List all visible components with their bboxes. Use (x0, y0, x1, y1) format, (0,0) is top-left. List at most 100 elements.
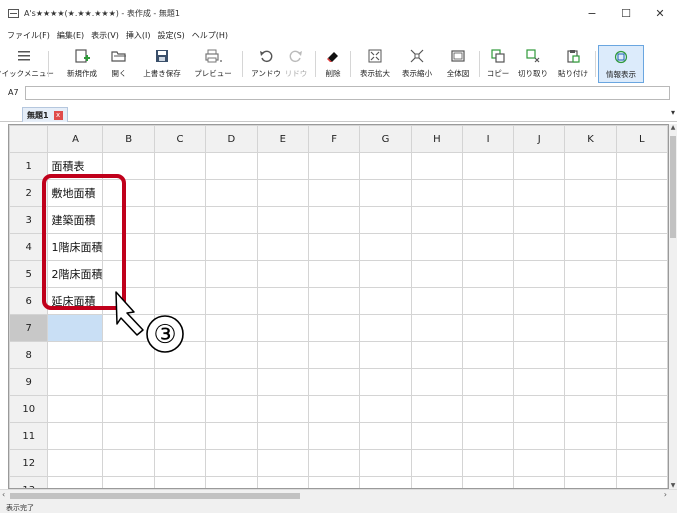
grid-cell[interactable] (410, 206, 464, 234)
maximize-button[interactable]: ☐ (609, 0, 643, 26)
grid-cell[interactable] (256, 314, 309, 342)
grid-cell[interactable]: 延床面積 (47, 287, 104, 315)
grid-cell[interactable] (307, 260, 361, 288)
grid-cell[interactable] (359, 422, 412, 450)
grid-cell[interactable] (102, 341, 155, 369)
paste-button[interactable]: 貼り付け (556, 45, 590, 83)
grid-cell[interactable] (102, 368, 155, 396)
grid-cell[interactable] (153, 395, 207, 423)
grid-cell[interactable] (205, 233, 258, 261)
row-header[interactable]: 6 (9, 287, 49, 315)
grid-cell[interactable] (513, 152, 566, 180)
grid-cell[interactable] (307, 368, 361, 396)
grid-cell[interactable] (102, 476, 155, 488)
grid-cell[interactable] (307, 179, 361, 207)
column-header[interactable]: B (102, 125, 155, 153)
grid-cell[interactable] (47, 395, 104, 423)
grid-cell[interactable] (256, 395, 309, 423)
grid-cell[interactable] (513, 395, 566, 423)
column-header[interactable]: K (564, 125, 617, 153)
grid-cell[interactable] (205, 260, 258, 288)
grid-cell[interactable] (462, 449, 515, 477)
grid-cell[interactable] (47, 368, 104, 396)
grid-cell[interactable] (410, 422, 464, 450)
cut-button[interactable]: 切り取り (516, 45, 550, 83)
grid-cell[interactable] (307, 233, 361, 261)
grid-cell[interactable] (256, 260, 309, 288)
grid-cell[interactable] (462, 233, 515, 261)
column-header[interactable]: D (205, 125, 258, 153)
grid-cell[interactable] (513, 368, 566, 396)
row-header[interactable]: 9 (9, 368, 49, 396)
minimize-button[interactable]: − (575, 0, 609, 26)
grid-cell[interactable] (256, 368, 309, 396)
grid-cell[interactable] (564, 179, 617, 207)
grid-cell[interactable] (359, 260, 412, 288)
grid-cell[interactable] (513, 179, 566, 207)
grid-cell[interactable] (102, 179, 155, 207)
grid-cell[interactable] (410, 233, 464, 261)
grid-cell[interactable] (205, 287, 258, 315)
column-header[interactable]: A (47, 125, 104, 153)
sheet-tab[interactable]: 無題1 x (22, 107, 68, 122)
zoom-out-button[interactable]: 表示縮小 (400, 45, 434, 83)
grid-cell[interactable] (513, 287, 566, 315)
grid-cell[interactable] (307, 395, 361, 423)
menu-help[interactable]: ヘルプ(H) (192, 30, 228, 41)
scroll-right-icon[interactable]: › (664, 490, 667, 499)
grid-cell[interactable]: 1階床面積 (47, 233, 104, 261)
grid-cell[interactable] (153, 260, 207, 288)
grid-cell[interactable] (307, 341, 361, 369)
grid-cell[interactable] (615, 449, 668, 477)
column-header[interactable]: E (256, 125, 309, 153)
column-header[interactable]: I (462, 125, 515, 153)
grid-cell[interactable] (564, 233, 617, 261)
grid-cell[interactable] (564, 341, 617, 369)
grid-cell[interactable] (102, 233, 155, 261)
grid-cell[interactable] (153, 233, 207, 261)
new-button[interactable]: 新規作成 (64, 45, 100, 83)
scroll-down-icon[interactable]: ▼ (669, 482, 677, 489)
grid-cell[interactable]: 2階床面積 (47, 260, 104, 288)
grid-cell[interactable] (615, 152, 668, 180)
grid-cell[interactable] (256, 287, 309, 315)
grid-cell[interactable] (410, 152, 464, 180)
grid-cell[interactable] (153, 341, 207, 369)
column-header[interactable]: F (307, 125, 361, 153)
grid-cell[interactable] (462, 422, 515, 450)
grid-cell[interactable] (307, 422, 361, 450)
close-button[interactable]: ✕ (643, 0, 677, 26)
grid-cell[interactable] (410, 476, 464, 488)
grid-cell[interactable] (615, 476, 668, 488)
column-header[interactable]: G (359, 125, 412, 153)
grid-cell[interactable] (359, 314, 412, 342)
preview-button[interactable]: プレビュー (194, 45, 232, 83)
grid-cell[interactable] (410, 341, 464, 369)
grid-cell[interactable] (102, 260, 155, 288)
zoom-in-button[interactable]: 表示拡大 (358, 45, 392, 83)
grid-cell[interactable] (153, 314, 207, 342)
grid-cell[interactable] (153, 449, 207, 477)
grid-cell[interactable] (205, 422, 258, 450)
grid-cell[interactable] (256, 422, 309, 450)
grid-cell[interactable] (153, 152, 207, 180)
grid-cell[interactable] (615, 341, 668, 369)
horizontal-scrollbar[interactable]: ‹ › (0, 489, 677, 501)
grid-cell[interactable] (410, 179, 464, 207)
grid-cell[interactable] (462, 179, 515, 207)
fit-all-button[interactable]: 全体図 (444, 45, 472, 83)
grid-cell[interactable] (462, 206, 515, 234)
grid-cell[interactable] (205, 152, 258, 180)
scroll-up-icon[interactable]: ▲ (669, 124, 677, 131)
grid-cell[interactable] (153, 476, 207, 488)
grid-cell[interactable] (462, 314, 515, 342)
grid-cell[interactable] (102, 287, 155, 315)
grid-cell[interactable] (102, 395, 155, 423)
grid-cell[interactable] (47, 314, 104, 342)
grid-cell[interactable] (615, 206, 668, 234)
row-header[interactable]: 12 (9, 449, 49, 477)
grid-cell[interactable] (256, 476, 309, 488)
grid-cell[interactable] (615, 422, 668, 450)
quick-menu-button[interactable]: クイックメニュー (0, 45, 54, 83)
grid-cell[interactable] (564, 395, 617, 423)
